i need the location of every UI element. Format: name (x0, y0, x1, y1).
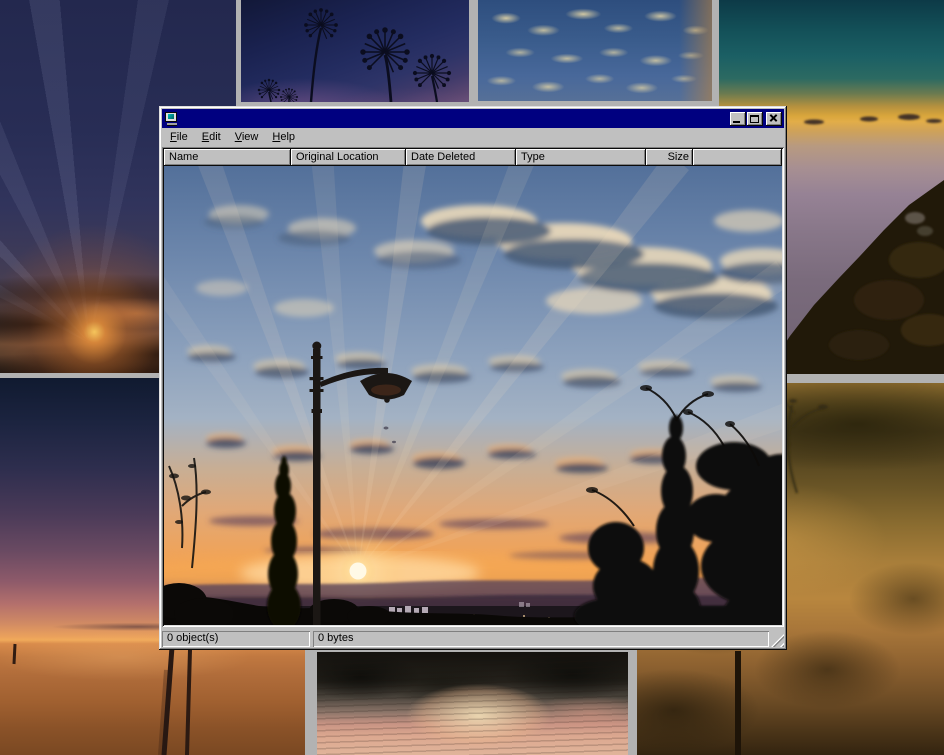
wallpaper-cloud-sky-photo (478, 0, 712, 101)
menu-edit[interactable]: Edit (195, 129, 228, 146)
maximize-button[interactable] (747, 112, 763, 126)
column-header-name[interactable]: Name (164, 149, 291, 166)
wallpaper-water-reflection-photo (317, 652, 628, 755)
close-button[interactable] (766, 112, 782, 126)
list-view-area[interactable] (164, 166, 782, 625)
menu-bar: File Edit View Help (162, 128, 784, 147)
resize-grip[interactable] (771, 634, 784, 647)
menu-view[interactable]: View (228, 129, 266, 146)
column-header-blank[interactable] (693, 149, 782, 166)
status-object-count: 0 object(s) (162, 631, 310, 647)
minimize-button[interactable] (730, 112, 746, 126)
list-view-header: Name Original Location Date Deleted Type… (164, 149, 782, 166)
status-bar: 0 object(s) 0 bytes (162, 627, 784, 647)
menu-file[interactable]: File (163, 129, 195, 146)
column-header-size[interactable]: Size (646, 149, 693, 166)
column-header-type[interactable]: Type (516, 149, 646, 166)
desktop: { "window": { "title": "", "titlebar_ico… (0, 0, 944, 755)
status-size: 0 bytes (313, 631, 769, 647)
window-titlebar[interactable] (162, 109, 784, 128)
maximize-icon (750, 115, 759, 123)
my-computer-icon (164, 111, 180, 127)
dried-flower-silhouette (241, 0, 469, 102)
recycle-bin-window: File Edit View Help Name Original Locati… (159, 106, 787, 650)
minimize-icon (733, 121, 740, 123)
menu-help[interactable]: Help (265, 129, 302, 146)
column-header-original-location[interactable]: Original Location (291, 149, 406, 166)
list-view-frame: Name Original Location Date Deleted Type… (162, 147, 784, 627)
sunset-lamp-photo (164, 166, 782, 625)
wallpaper-dried-flower-photo (241, 0, 469, 102)
column-header-date-deleted[interactable]: Date Deleted (406, 149, 516, 166)
